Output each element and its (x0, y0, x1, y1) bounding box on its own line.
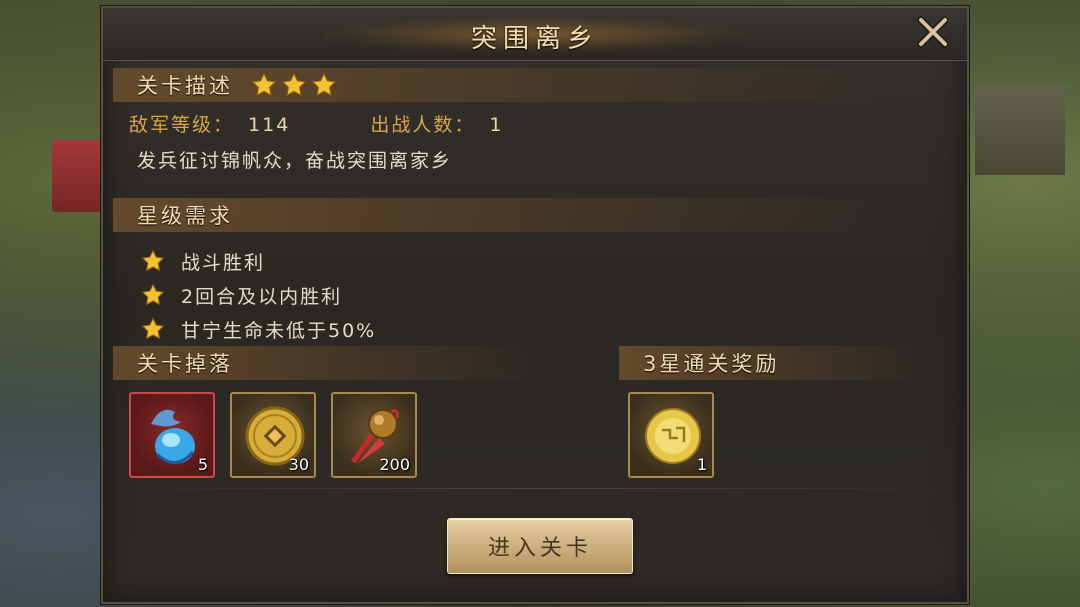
troop-count-value: 1 (489, 114, 504, 136)
requirement-text: 战斗胜利 (181, 251, 266, 274)
stage-drops-header: 关卡掉落 (113, 346, 533, 380)
drop-item-slot[interactable]: 200 (331, 392, 417, 478)
item-count: 1 (696, 455, 707, 474)
requirement-text: 2回合及以内胜利 (181, 285, 343, 308)
enemy-level-value: 114 (248, 114, 291, 136)
item-count: 5 (197, 455, 208, 474)
star-requirements-list: 战斗胜利 2回合及以内胜利 甘宁生命未低于50% (141, 244, 376, 346)
reward-item-slot[interactable]: 1 (628, 392, 714, 478)
star-requirements-label: 星级需求 (137, 204, 233, 228)
star-icon (311, 72, 337, 98)
drop-item-slot[interactable]: 30 (230, 392, 316, 478)
drop-item-slot[interactable]: 5 (129, 392, 215, 478)
three-star-reward-label: 3星通关奖励 (643, 352, 780, 376)
stage-info-dialog: 突围离乡 关卡描述 敌军等级： 114 出战人数： 1 发兵征讨锦帆众，奋战突围… (101, 6, 969, 604)
stage-stats-row: 敌军等级： 114 出战人数： 1 (129, 110, 503, 137)
close-icon (916, 15, 950, 53)
star-icon (281, 72, 307, 98)
star-requirements-header: 星级需求 (113, 198, 873, 232)
star-icon (141, 317, 165, 341)
three-star-reward-header: 3星通关奖励 (619, 346, 919, 380)
star-icon (141, 249, 165, 273)
divider (103, 488, 967, 489)
troop-count-label: 出战人数： (370, 114, 476, 136)
stage-description-label: 关卡描述 (137, 74, 233, 98)
star-icon (141, 283, 165, 307)
requirement-item: 战斗胜利 (141, 244, 376, 278)
requirement-text: 甘宁生命未低于50% (181, 319, 377, 342)
item-count: 30 (288, 455, 309, 474)
enemy-level-label: 敌军等级： (129, 114, 235, 136)
requirement-item: 2回合及以内胜利 (141, 278, 376, 312)
stage-drops-label: 关卡掉落 (137, 352, 233, 376)
background-building (975, 85, 1065, 175)
stage-stars (251, 72, 337, 98)
stage-description-header: 关卡描述 (113, 68, 873, 102)
enter-stage-button[interactable]: 进入关卡 (447, 518, 633, 574)
item-count: 200 (379, 455, 410, 474)
dialog-title: 突围离乡 (470, 24, 599, 54)
requirement-item: 甘宁生命未低于50% (141, 312, 376, 346)
dialog-titlebar: 突围离乡 (103, 8, 967, 61)
stage-description-text: 发兵征讨锦帆众，奋战突围离家乡 (137, 150, 453, 172)
close-button[interactable] (913, 14, 953, 54)
enter-stage-label: 进入关卡 (487, 536, 592, 561)
star-icon (251, 72, 277, 98)
